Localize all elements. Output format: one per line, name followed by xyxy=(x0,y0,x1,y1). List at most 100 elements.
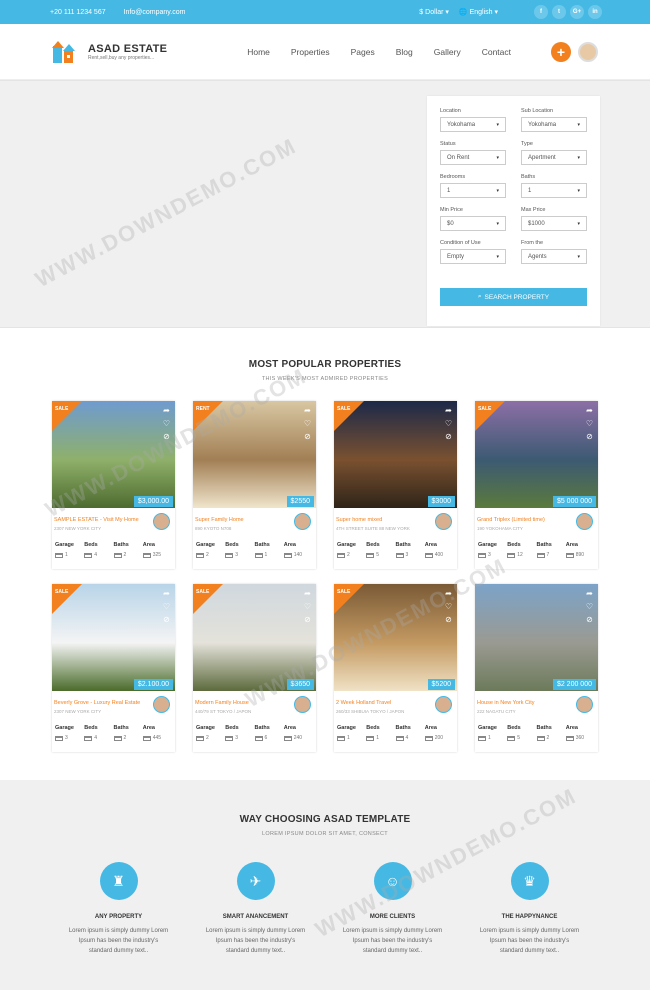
feature-label: Area xyxy=(283,725,296,731)
feature-1: Beds 5 xyxy=(366,542,395,558)
property-card[interactable]: RENT ➦ ♡ ⊘ $2550 Super Family Home 890 KYO… xyxy=(193,401,316,569)
compare-icon[interactable]: ⊘ xyxy=(445,432,452,441)
logo-tagline: Rent,sell,buy any properties... xyxy=(88,54,155,61)
share-icon[interactable]: ➦ xyxy=(163,589,170,598)
agent-avatar[interactable] xyxy=(435,696,452,713)
field-select[interactable]: 1 ▾ xyxy=(440,183,506,198)
field-label: Baths xyxy=(521,174,536,180)
search-property-button[interactable]: ⌕ SEARCH PROPERTY xyxy=(440,288,587,306)
agent-avatar[interactable] xyxy=(294,696,311,713)
feature-value: 890 xyxy=(575,552,585,558)
field-select[interactable]: Yokohama ▾ xyxy=(440,117,506,132)
field-select[interactable]: $1000 ▾ xyxy=(521,216,587,231)
property-card[interactable]: ➦ ♡ ⊘ $2 200 000 House in New York City 22… xyxy=(475,584,598,752)
agent-avatar[interactable] xyxy=(435,513,452,530)
compare-icon[interactable]: ⊘ xyxy=(586,615,593,624)
feature-icon xyxy=(84,735,93,741)
top-bar: +20 111 1234 567 Info@company.com $ Doll… xyxy=(0,0,650,24)
field-select[interactable]: Apertment ▾ xyxy=(521,150,587,165)
add-property-button[interactable]: + xyxy=(551,41,571,62)
price-badge: $5 000 000 xyxy=(552,496,596,507)
site-logo[interactable]: ASAD ESTATE Rent,sell,buy any properties… xyxy=(52,40,167,64)
share-icon[interactable]: ➦ xyxy=(445,406,452,415)
field-select[interactable]: Agents ▾ xyxy=(521,249,587,264)
share-icon[interactable]: ➦ xyxy=(304,406,311,415)
property-image[interactable]: RENT ➦ ♡ ⊘ $2550 xyxy=(193,401,316,508)
price-badge: $5200 xyxy=(427,679,455,690)
share-icon[interactable]: ➦ xyxy=(586,589,593,598)
user-avatar[interactable] xyxy=(578,41,598,62)
email-link[interactable]: Info@company.com xyxy=(124,9,186,16)
compare-icon[interactable]: ⊘ xyxy=(445,615,452,624)
nav-gallery[interactable]: Gallery xyxy=(434,47,461,57)
heart-icon[interactable]: ♡ xyxy=(163,419,170,428)
currency-dropdown[interactable]: $ Dollar ▾ xyxy=(419,8,449,16)
nav-home[interactable]: Home xyxy=(247,47,270,57)
property-card[interactable]: SALE ➦ ♡ ⊘ $5 000 000 Grand Triplex (Limit… xyxy=(475,401,598,569)
feature-label: Beds xyxy=(84,542,98,548)
heart-icon[interactable]: ♡ xyxy=(304,602,311,611)
property-image[interactable]: ➦ ♡ ⊘ $2 200 000 xyxy=(475,584,598,691)
feature-label: Garage xyxy=(196,542,215,548)
field-select[interactable]: Yokohama ▾ xyxy=(521,117,587,132)
compare-icon[interactable]: ⊘ xyxy=(586,432,593,441)
feature-label: Baths xyxy=(536,725,552,731)
heart-icon[interactable]: ♡ xyxy=(586,602,593,611)
ribbon-label: SALE xyxy=(337,589,351,595)
price-badge: $3650 xyxy=(286,679,314,690)
heart-icon[interactable]: ♡ xyxy=(445,419,452,428)
property-card[interactable]: SALE ➦ ♡ ⊘ $2.100.00 Beverly Grove - Luxur… xyxy=(52,584,175,752)
share-icon[interactable]: ➦ xyxy=(304,589,311,598)
compare-icon[interactable]: ⊘ xyxy=(163,615,170,624)
field-select[interactable]: $0 ▾ xyxy=(440,216,506,231)
heart-icon[interactable]: ♡ xyxy=(445,602,452,611)
feature-0: Garage 3 xyxy=(478,542,507,558)
property-image[interactable]: SALE ➦ ♡ ⊘ $5 000 000 xyxy=(475,401,598,508)
agent-avatar[interactable] xyxy=(153,696,170,713)
share-icon[interactable]: ➦ xyxy=(163,406,170,415)
compare-icon[interactable]: ⊘ xyxy=(304,615,311,624)
property-card[interactable]: SALE ➦ ♡ ⊘ $3000 Super home mixed 4TH STRE… xyxy=(334,401,457,569)
compare-icon[interactable]: ⊘ xyxy=(163,432,170,441)
feature-value: 1 xyxy=(65,552,68,558)
field-label: Max Price xyxy=(521,207,546,213)
compare-icon[interactable]: ⊘ xyxy=(304,432,311,441)
field-select[interactable]: Empty ▾ xyxy=(440,249,506,264)
nav-properties[interactable]: Properties xyxy=(291,47,330,57)
feature-2: Baths 2 xyxy=(113,725,143,741)
nav-pages[interactable]: Pages xyxy=(351,47,375,57)
twitter-icon[interactable]: t xyxy=(552,5,566,19)
google-plus-icon[interactable]: G+ xyxy=(570,5,584,19)
property-image[interactable]: SALE ➦ ♡ ⊘ $3650 xyxy=(193,584,316,691)
linkedin-icon[interactable]: in xyxy=(588,5,602,19)
share-icon[interactable]: ➦ xyxy=(445,589,452,598)
share-icon[interactable]: ➦ xyxy=(586,406,593,415)
field-select[interactable]: 1 ▾ xyxy=(521,183,587,198)
heart-icon[interactable]: ♡ xyxy=(304,419,311,428)
agent-avatar[interactable] xyxy=(576,513,593,530)
property-image[interactable]: SALE ➦ ♡ ⊘ $3000 xyxy=(334,401,457,508)
property-image[interactable]: SALE ➦ ♡ ⊘ $5200 xyxy=(334,584,457,691)
agent-avatar[interactable] xyxy=(294,513,311,530)
feature-icon xyxy=(142,735,151,741)
field-label: Type xyxy=(521,141,533,147)
heart-icon[interactable]: ♡ xyxy=(586,419,593,428)
property-image[interactable]: SALE ➦ ♡ ⊘ $3,000.00 xyxy=(52,401,175,508)
agent-avatar[interactable] xyxy=(153,513,170,530)
nav-contact[interactable]: Contact xyxy=(482,47,511,57)
feature-label: Baths xyxy=(395,542,411,548)
property-features: Garage 1 Beds 4 Baths 2 Area 325 xyxy=(52,542,175,558)
property-card[interactable]: SALE ➦ ♡ ⊘ $3650 Modern Family House 440/7… xyxy=(193,584,316,752)
field-select[interactable]: On Rent ▾ xyxy=(440,150,506,165)
heart-icon[interactable]: ♡ xyxy=(163,602,170,611)
property-card[interactable]: SALE ➦ ♡ ⊘ $3,000.00 SAMPLE ESTATE - Visit… xyxy=(52,401,175,569)
property-image[interactable]: SALE ➦ ♡ ⊘ $2.100.00 xyxy=(52,584,175,691)
chevron-down-icon: ▾ xyxy=(577,154,580,161)
property-card[interactable]: SALE ➦ ♡ ⊘ $5200 2 Week Holland Travel 260… xyxy=(334,584,457,752)
feature-icon xyxy=(196,552,204,558)
language-dropdown[interactable]: 🌐 English ▾ xyxy=(459,8,498,16)
agent-avatar[interactable] xyxy=(576,696,593,713)
why-title: WAY CHOOSING ASAD TEMPLATE xyxy=(239,814,411,825)
nav-blog[interactable]: Blog xyxy=(396,47,413,57)
facebook-icon[interactable]: f xyxy=(534,5,548,19)
